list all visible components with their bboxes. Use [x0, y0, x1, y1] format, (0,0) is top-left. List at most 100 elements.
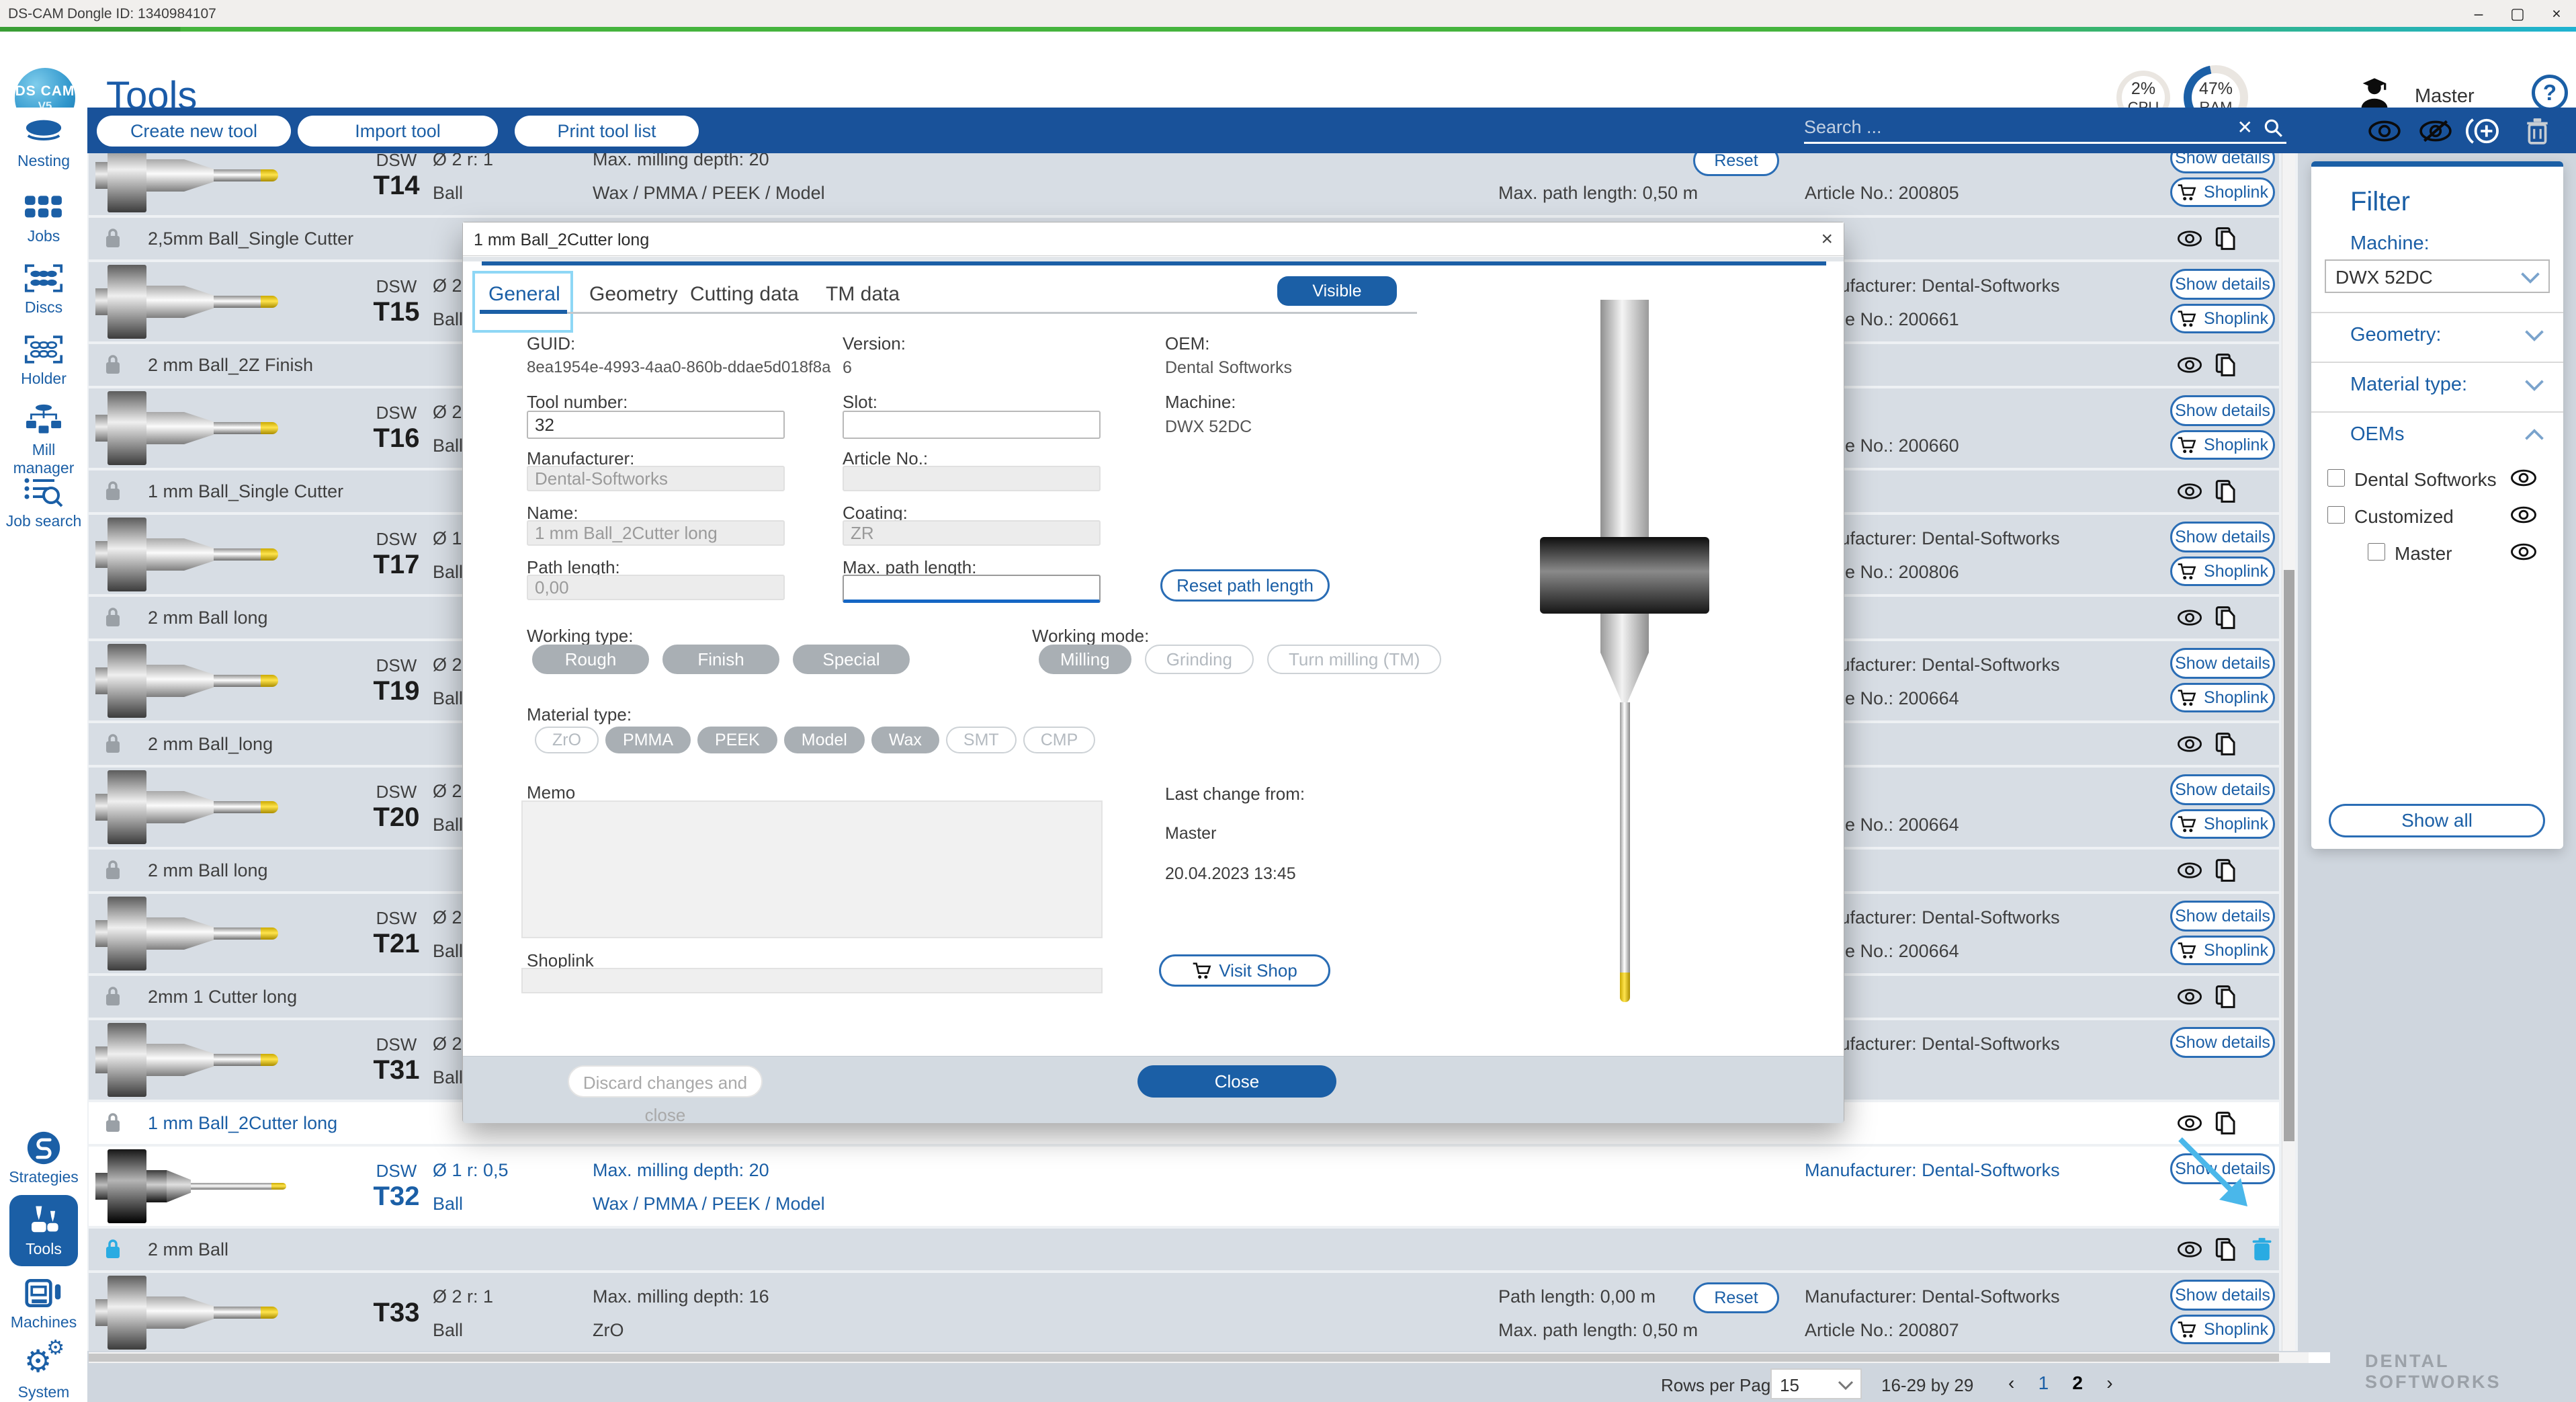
copy-icon[interactable] [2213, 1237, 2239, 1262]
show-details-button[interactable]: Show details [2170, 269, 2275, 300]
show-details-button[interactable]: Show details [2170, 1027, 2275, 1058]
show-all-button[interactable]: Show all [2329, 804, 2545, 837]
eye-icon[interactable] [2177, 1111, 2202, 1135]
vertical-scrollbar[interactable] [2282, 153, 2295, 1351]
hide-hidden-icon[interactable] [2419, 117, 2452, 145]
option-grinding[interactable]: Grinding [1145, 645, 1254, 674]
eye-icon[interactable] [2177, 479, 2202, 503]
next-page-button[interactable]: › [2106, 1372, 2112, 1393]
sidebar-item-jobs[interactable]: Jobs [0, 190, 87, 245]
tool-group-row[interactable]: 2 mm Ball [89, 1229, 2279, 1270]
close-window-button[interactable]: × [2537, 0, 2576, 27]
tab-tm-data[interactable]: TM data [826, 283, 900, 306]
add-tool-icon[interactable] [2462, 117, 2506, 145]
material-type-section[interactable]: Material type: [2311, 362, 2563, 411]
oem-checkbox[interactable] [2327, 506, 2345, 524]
clear-search-icon[interactable]: ✕ [2237, 116, 2253, 138]
eye-icon[interactable] [2177, 732, 2202, 756]
option-cmp[interactable]: CMP [1023, 727, 1096, 753]
copy-icon[interactable] [2213, 1111, 2239, 1135]
eye-icon[interactable] [2510, 466, 2537, 489]
eye-icon[interactable] [2177, 353, 2202, 377]
shoplink-button[interactable]: Shoplink [2170, 936, 2275, 965]
tab-cutting-data[interactable]: Cutting data [690, 283, 799, 306]
shoplink-input[interactable] [521, 968, 1103, 993]
option-pmma[interactable]: PMMA [605, 727, 691, 753]
oem-checkbox[interactable] [2327, 469, 2345, 487]
create-new-tool-button[interactable]: Create new tool [97, 116, 291, 147]
copy-icon[interactable] [2213, 606, 2239, 630]
tool-row-t14[interactable]: DSWT14Ø 2 r: 1BallMax. milling depth: 20… [89, 153, 2279, 215]
print-tool-list-button[interactable]: Print tool list [515, 116, 699, 147]
copy-icon[interactable] [2213, 858, 2239, 882]
delete-icon[interactable] [2521, 117, 2554, 145]
visit-shop-button[interactable]: Visit Shop [1159, 954, 1330, 987]
oem-checkbox[interactable] [2368, 543, 2385, 561]
shoplink-button[interactable]: Shoplink [2170, 809, 2275, 839]
reset-path-length-button[interactable]: Reset path length [1160, 569, 1330, 602]
option-rough[interactable]: Rough [532, 645, 649, 674]
option-milling[interactable]: Milling [1039, 645, 1131, 674]
copy-icon[interactable] [2213, 732, 2239, 756]
tab-geometry[interactable]: Geometry [589, 283, 678, 306]
reset-path-button[interactable]: Reset [1693, 153, 1779, 176]
eye-icon[interactable] [2177, 226, 2202, 251]
max-path-length-input[interactable] [843, 575, 1101, 603]
option-peek[interactable]: PEEK [697, 727, 777, 753]
tab-general[interactable]: General [488, 283, 560, 306]
eye-icon[interactable] [2177, 1237, 2202, 1262]
sidebar-item-discs[interactable]: Discs [0, 261, 87, 317]
option-wax[interactable]: Wax [871, 727, 939, 753]
geometry-section[interactable]: Geometry: [2311, 312, 2563, 362]
shoplink-button[interactable]: Shoplink [2170, 304, 2275, 333]
chevron-up-icon[interactable] [2524, 429, 2544, 441]
copy-icon[interactable] [2213, 985, 2239, 1009]
maximize-button[interactable]: ▢ [2498, 0, 2537, 27]
search-icon[interactable] [2262, 117, 2284, 138]
show-details-button[interactable]: Show details [2170, 648, 2275, 679]
shoplink-button[interactable]: Shoplink [2170, 177, 2275, 207]
show-details-button[interactable]: Show details [2170, 522, 2275, 552]
vertical-scrollbar-thumb[interactable] [2284, 570, 2294, 1141]
import-tool-button[interactable]: Import tool [298, 116, 498, 147]
sidebar-item-mill-manager[interactable]: Mill manager [0, 403, 87, 477]
sidebar-item-machines[interactable]: Machines [0, 1276, 87, 1331]
option-finish[interactable]: Finish [662, 645, 779, 674]
sidebar-item-nesting[interactable]: Nesting [0, 114, 87, 170]
show-details-button[interactable]: Show details [2170, 153, 2275, 173]
memo-textarea[interactable] [521, 800, 1103, 938]
eye-icon[interactable] [2177, 606, 2202, 630]
sidebar-item-system[interactable]: ⚙⚙System [0, 1346, 87, 1401]
search-input[interactable] [1804, 117, 2228, 138]
shoplink-button[interactable]: Shoplink [2170, 1315, 2275, 1344]
eye-icon[interactable] [2510, 503, 2537, 526]
show-details-button[interactable]: Show details [2170, 901, 2275, 932]
visible-badge[interactable]: Visible [1277, 276, 1397, 306]
chevron-down-icon[interactable] [2524, 379, 2544, 391]
show-details-button[interactable]: Show details [2170, 774, 2275, 805]
user-name[interactable]: Master [2415, 85, 2475, 108]
eye-icon[interactable] [2177, 858, 2202, 882]
eye-icon[interactable] [2510, 540, 2537, 563]
copy-icon[interactable] [2213, 353, 2239, 377]
prev-page-button[interactable]: ‹ [2008, 1372, 2014, 1393]
dialog-close-icon[interactable]: × [1821, 228, 1833, 251]
sidebar-item-strategies[interactable]: Strategies [0, 1130, 87, 1186]
sidebar-item-holder[interactable]: Holder [0, 332, 87, 388]
option-model[interactable]: Model [784, 727, 865, 753]
shoplink-button[interactable]: Shoplink [2170, 683, 2275, 712]
close-dialog-button[interactable]: Close [1137, 1065, 1336, 1098]
shoplink-button[interactable]: Shoplink [2170, 430, 2275, 460]
discard-changes-button[interactable]: Discard changes and close [568, 1065, 763, 1098]
shoplink-button[interactable]: Shoplink [2170, 556, 2275, 586]
option-special[interactable]: Special [793, 645, 910, 674]
horizontal-scrollbar[interactable] [89, 1352, 2330, 1363]
show-details-button[interactable]: Show details [2170, 1280, 2275, 1311]
reset-path-button[interactable]: Reset [1693, 1282, 1779, 1313]
option-smt[interactable]: SMT [946, 727, 1017, 753]
show-visible-icon[interactable] [2368, 117, 2401, 145]
minimize-button[interactable]: – [2459, 0, 2498, 27]
sidebar-item-job-search[interactable]: Job search [0, 475, 87, 530]
trash-icon[interactable] [2249, 1237, 2275, 1262]
user-icon[interactable] [2357, 75, 2392, 110]
